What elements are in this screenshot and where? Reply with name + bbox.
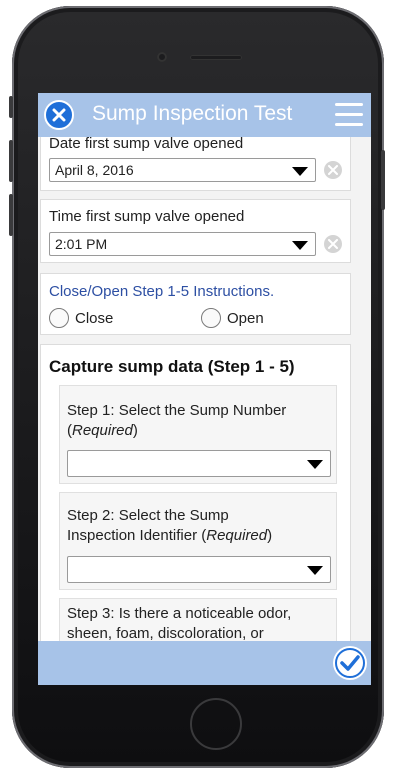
chevron-down-icon — [292, 167, 308, 176]
app-footer — [38, 641, 371, 685]
step3-card: Step 3: Is there a noticeable odor, shee… — [59, 598, 337, 641]
radio-open-label: Open — [227, 310, 264, 327]
radio-close[interactable] — [49, 308, 69, 328]
close-button[interactable] — [44, 100, 74, 130]
hamburger-menu-icon[interactable] — [335, 103, 363, 127]
time-value: 2:01 PM — [55, 236, 108, 252]
radio-open[interactable] — [201, 308, 221, 328]
step3-question: Step 3: Is there a noticeable odor, shee… — [67, 605, 292, 641]
power-button — [381, 150, 385, 210]
form-content: Date first sump valve opened April 8, 20… — [38, 137, 371, 641]
step2-question: Step 2: Select the Sump Inspection Ident… — [67, 507, 273, 544]
submit-button[interactable] — [333, 646, 367, 680]
front-camera — [157, 52, 167, 62]
sump-number-select[interactable] — [67, 450, 331, 477]
app-screen: Sump Inspection Test Date first sump val… — [38, 93, 371, 685]
radio-close-label: Close — [75, 310, 114, 327]
date-panel: Date first sump valve opened April 8, 20… — [40, 137, 351, 191]
step1-question: Step 1: Select the Sump Number (Required… — [67, 402, 287, 439]
instructions-toggle-link[interactable]: Close/Open Step 1-5 Instructions. — [49, 283, 274, 300]
home-button[interactable] — [190, 698, 242, 750]
date-label: Date first sump valve opened — [49, 137, 244, 152]
volume-up-button — [9, 140, 13, 182]
capture-panel: Capture sump data (Step 1 - 5) Step 1: S… — [40, 344, 351, 641]
close-icon — [52, 108, 66, 122]
chevron-down-icon — [307, 566, 323, 575]
checkmark-icon — [335, 648, 365, 678]
clear-time-icon[interactable] — [324, 235, 342, 253]
inspection-identifier-select[interactable] — [67, 556, 331, 583]
app-header: Sump Inspection Test — [38, 93, 371, 137]
volume-down-button — [9, 194, 13, 236]
clear-date-icon[interactable] — [324, 161, 342, 179]
chevron-down-icon — [307, 460, 323, 469]
chevron-down-icon — [292, 241, 308, 250]
step2-card: Step 2: Select the Sump Inspection Ident… — [59, 492, 337, 590]
capture-section-title: Capture sump data (Step 1 - 5) — [49, 357, 295, 376]
page-title: Sump Inspection Test — [92, 102, 293, 125]
time-select[interactable]: 2:01 PM — [49, 232, 316, 256]
earpiece-speaker — [190, 55, 242, 60]
time-panel: Time first sump valve opened 2:01 PM — [40, 199, 351, 263]
instructions-panel: Close/Open Step 1-5 Instructions. Close … — [40, 273, 351, 335]
mute-switch — [9, 96, 13, 118]
date-value: April 8, 2016 — [55, 162, 134, 178]
step1-card: Step 1: Select the Sump Number (Required… — [59, 385, 337, 484]
time-label: Time first sump valve opened — [49, 208, 245, 225]
date-select[interactable]: April 8, 2016 — [49, 158, 316, 182]
